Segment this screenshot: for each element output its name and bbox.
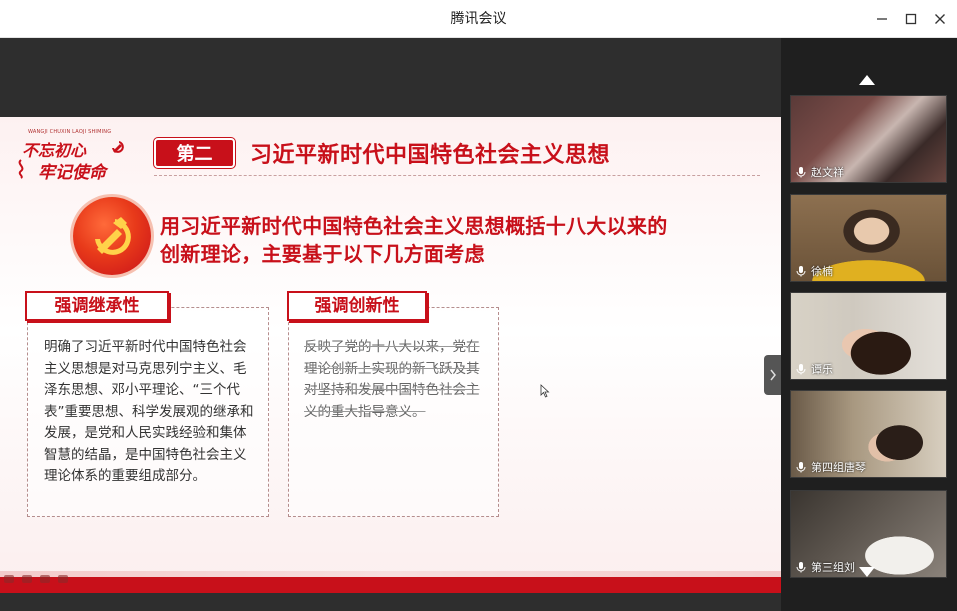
window-title: 腾讯会议 [450,11,507,27]
highlighter-icon[interactable] [22,575,32,583]
participant-name: 赵文祥 [811,166,844,179]
card-inheritance-body: 明确了习近平新时代中国特色社会主义思想是对马克思列宁主义、毛泽东思想、邓小平理论… [44,339,254,484]
participant-video-panel: 赵文祥 徐楠 谭乐 第四组唐琴 第三组刘 [781,38,957,611]
triangle-up-icon[interactable] [858,74,876,86]
mic-icon [796,562,806,573]
video-tile[interactable]: 谭乐 [790,292,947,380]
card-inheritance-title: 强调继承性 [25,291,169,321]
participant-label: 赵文祥 [795,164,844,180]
shared-screen-area: WANGJI CHUXIN LAOJI SHIMING 不忘初心 牢记使命 第二… [0,38,781,611]
slogan-logo: WANGJI CHUXIN LAOJI SHIMING 不忘初心 牢记使命 [14,129,142,185]
participant-name: 谭乐 [811,363,833,376]
slide-annotation-toolbar [4,575,68,583]
logo-line-2: 牢记使命 [38,163,106,183]
participant-name: 第三组刘 [811,561,855,574]
tencent-meeting-window: 腾讯会议 WANGJI CHUXIN LAOJI SHIMING 不忘初心 牢记… [0,0,957,611]
triangle-down-icon[interactable] [858,566,876,578]
video-tile[interactable]: 第三组刘 [790,490,947,578]
mouse-cursor-icon [540,384,550,398]
maximize-button[interactable] [901,9,921,29]
heading-divider [154,175,760,176]
mic-icon [796,167,806,178]
participant-label: 谭乐 [795,361,833,377]
participant-label: 第四组唐琴 [795,459,866,475]
participant-name: 徐楠 [811,265,833,278]
mic-icon [796,266,806,277]
mic-icon [796,364,806,375]
chevron-right-icon [769,369,776,381]
title-bar: 腾讯会议 [0,0,957,38]
slide-subheading: 用习近平新时代中国特色社会主义思想概括十八大以来的创新理论，主要基于以下几方面考… [160,214,668,266]
eraser-icon[interactable] [40,575,50,583]
presentation-slide: WANGJI CHUXIN LAOJI SHIMING 不忘初心 牢记使命 第二… [0,117,781,593]
section-badge: 第二 [154,138,235,168]
video-tile[interactable]: 徐楠 [790,194,947,282]
more-icon[interactable] [58,575,68,583]
pen-icon[interactable] [4,575,14,583]
hammer-sickle-icon [95,217,131,255]
mic-icon [796,462,806,473]
minimize-button[interactable] [872,9,892,29]
participant-label: 徐楠 [795,263,833,279]
party-emblem [73,197,151,275]
ribbon-icon [18,159,24,179]
close-icon [935,14,945,24]
participant-name: 第四组唐琴 [811,461,866,474]
collapse-panel-button[interactable] [764,355,781,395]
close-button[interactable] [930,9,950,29]
video-tile[interactable]: 赵文祥 [790,95,947,183]
video-tile[interactable]: 第四组唐琴 [790,390,947,478]
card-innovation-body: 反映了党的十八大以来，党在理论创新上实现的新飞跃及其对坚持和发展中国特色社会主义… [304,339,480,420]
participant-label: 第三组刘 [795,559,855,575]
slide-bottom-bar [0,577,781,593]
slide-heading: 习近平新时代中国特色社会主义思想 [250,143,611,168]
logo-caption: WANGJI CHUXIN LAOJI SHIMING [28,129,112,135]
card-innovation-title: 强调创新性 [287,291,427,321]
minimize-icon [877,18,887,20]
maximize-icon [905,13,917,25]
hammer-sickle-icon [112,141,124,153]
